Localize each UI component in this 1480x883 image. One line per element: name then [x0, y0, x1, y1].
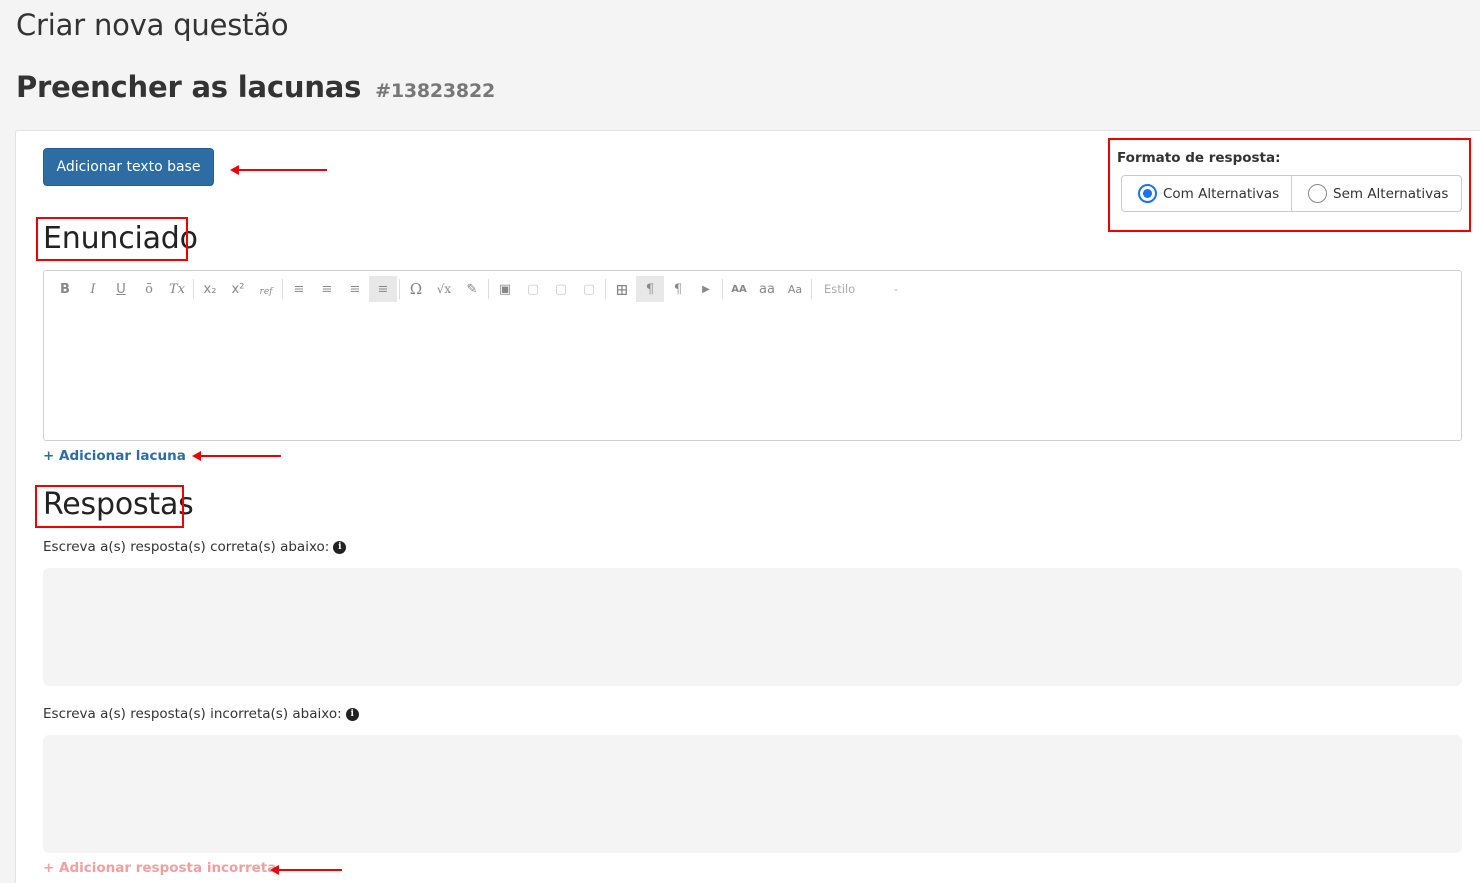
image-center-icon[interactable]: ▢ [547, 276, 575, 302]
annotation-box-statement [36, 217, 188, 261]
ltr-paragraph-icon[interactable]: ¶ [636, 276, 664, 302]
incorrect-answers-label: Escreva a(s) resposta(s) incorreta(s) ab… [43, 706, 359, 722]
correct-answers-label-text: Escreva a(s) resposta(s) correta(s) abai… [43, 539, 330, 555]
radio-label: Sem Alternativas [1333, 185, 1449, 202]
remove-format-icon[interactable]: Tx [163, 276, 191, 302]
reference-icon[interactable]: ref [252, 276, 280, 302]
annotation-arrow-base-text [230, 165, 327, 175]
info-icon[interactable]: i [345, 707, 359, 721]
annotation-arrow-add-incorrect [270, 865, 342, 875]
question-type-label: Preencher as lacunas [16, 70, 362, 104]
toolbar-divider [488, 279, 489, 299]
image-icon[interactable]: ▣ [491, 276, 519, 302]
align-justify-icon[interactable]: ≡ [369, 276, 397, 302]
toolbar-divider [282, 279, 283, 299]
radio-com-alternativas[interactable]: Com Alternativas [1122, 176, 1291, 211]
page-title: Criar nova questão [16, 8, 289, 42]
statement-editor[interactable]: B I U ō Tx x₂ x² ref ≡ ≡ ≡ ≡ Ω √x ✎ ▣ ▢ … [43, 270, 1462, 441]
question-id: #13823822 [375, 80, 495, 102]
incorrect-answers-area[interactable] [43, 735, 1462, 853]
uppercase-icon[interactable]: AA [725, 276, 753, 302]
toolbar-divider [399, 279, 400, 299]
special-char-icon[interactable]: Ω [402, 276, 430, 302]
rtl-paragraph-icon[interactable]: ¶ [664, 276, 692, 302]
radio-unchecked-icon [1308, 184, 1327, 203]
align-right-icon[interactable]: ≡ [341, 276, 369, 302]
radio-label: Com Alternativas [1163, 185, 1280, 202]
underline-icon[interactable]: U [107, 276, 135, 302]
bold-icon[interactable]: B [51, 276, 79, 302]
add-gap-link[interactable]: + Adicionar lacuna [43, 448, 186, 464]
question-type-title: Preencher as lacunas #13823822 [16, 70, 495, 104]
correct-answers-label: Escreva a(s) resposta(s) correta(s) abai… [43, 539, 347, 555]
style-dropdown[interactable]: Estilo - [814, 282, 904, 296]
superscript-icon[interactable]: x² [224, 276, 252, 302]
capitalize-icon[interactable]: Aa [781, 276, 809, 302]
style-dropdown-caret: - [893, 282, 898, 296]
incorrect-answers-label-text: Escreva a(s) resposta(s) incorreta(s) ab… [43, 706, 342, 722]
toolbar-divider [811, 279, 812, 299]
response-format-label: Formato de resposta: [1117, 150, 1281, 166]
style-dropdown-label: Estilo [824, 282, 856, 296]
align-center-icon[interactable]: ≡ [313, 276, 341, 302]
table-icon[interactable]: ⊞ [608, 276, 636, 302]
info-icon[interactable]: i [333, 540, 347, 554]
radio-checked-icon [1138, 184, 1157, 203]
annotation-box-answers [35, 485, 184, 528]
toolbar-divider [722, 279, 723, 299]
subscript-icon[interactable]: x₂ [196, 276, 224, 302]
add-incorrect-answer-link[interactable]: + Adicionar resposta incorreta [43, 860, 276, 876]
math-formula-icon[interactable]: √x [430, 276, 458, 302]
align-left-icon[interactable]: ≡ [285, 276, 313, 302]
annotation-arrow-add-gap [192, 451, 281, 461]
video-icon[interactable]: ▶ [692, 276, 720, 302]
image-left-icon[interactable]: ▢ [519, 276, 547, 302]
lowercase-icon[interactable]: aa [753, 276, 781, 302]
editor-toolbar: B I U ō Tx x₂ x² ref ≡ ≡ ≡ ≡ Ω √x ✎ ▣ ▢ … [51, 276, 904, 302]
add-base-text-button[interactable]: Adicionar texto base [43, 148, 214, 186]
radio-sem-alternativas[interactable]: Sem Alternativas [1291, 176, 1461, 211]
italic-icon[interactable]: I [79, 276, 107, 302]
edit-equation-icon[interactable]: ✎ [458, 276, 486, 302]
image-right-icon[interactable]: ▢ [575, 276, 603, 302]
response-format-radio-group: Com Alternativas Sem Alternativas [1121, 175, 1462, 212]
correct-answers-area[interactable] [43, 568, 1462, 686]
overline-icon[interactable]: ō [135, 276, 163, 302]
toolbar-divider [605, 279, 606, 299]
toolbar-divider [193, 279, 194, 299]
